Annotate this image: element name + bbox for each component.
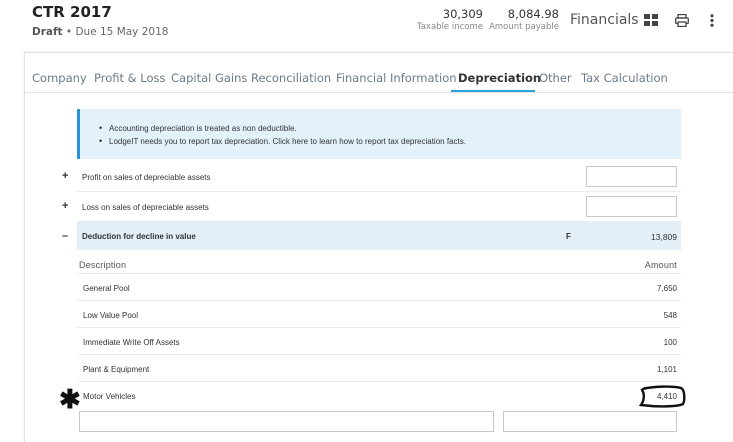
tab-bar: Company Profit & Loss Capital Gains Reco… xyxy=(25,53,733,93)
app-header: CTR 2017 Draft • Due 15 May 2018 30,309 … xyxy=(0,0,733,48)
amount-payable-value: 8,084.98 xyxy=(507,7,559,21)
taxable-income-label: Taxable income xyxy=(416,22,483,32)
status-badge: Draft xyxy=(32,26,63,38)
new-item-description-input[interactable] xyxy=(79,411,494,432)
print-icon[interactable] xyxy=(674,12,690,28)
breakdown-item-amount: 1,101 xyxy=(656,365,677,374)
tab-depreciation[interactable]: Depreciation xyxy=(458,71,541,85)
breakdown-item-label: Immediate Write Off Assets xyxy=(83,338,180,347)
row-divider xyxy=(77,354,681,355)
tab-tax-calculation[interactable]: Tax Calculation xyxy=(581,71,668,85)
deduction-total: 13,809 xyxy=(651,232,677,242)
deduction-code: F xyxy=(566,232,571,241)
collapse-deduction-button[interactable]: – xyxy=(62,230,68,242)
info-line[interactable]: LodgeIT needs you to report tax deprecia… xyxy=(99,135,466,148)
row-divider xyxy=(77,381,681,382)
more-vertical-icon[interactable] xyxy=(704,12,720,28)
row-divider xyxy=(77,191,681,192)
loss-sales-label: Loss on sales of depreciable assets xyxy=(82,203,209,212)
breakdown-item-amount: 548 xyxy=(663,311,677,320)
breakdown-item-label: Plant & Equipment xyxy=(83,365,150,374)
return-panel: Company Profit & Loss Capital Gains Reco… xyxy=(24,52,733,442)
taxable-income-value: 30,309 xyxy=(442,7,483,21)
loss-sales-input[interactable] xyxy=(586,196,677,217)
breakdown-item-amount: 7,650 xyxy=(656,284,677,293)
tab-other[interactable]: Other xyxy=(539,71,572,85)
info-line: Accounting depreciation is treated as no… xyxy=(99,122,466,135)
row-divider xyxy=(77,300,681,301)
page-title: CTR 2017 xyxy=(32,3,112,21)
profit-sales-label: Profit on sales of depreciable assets xyxy=(82,173,211,182)
taxable-income-stat: 30,309 Taxable income xyxy=(417,7,483,32)
circle-annotation xyxy=(638,385,686,408)
status-line: Draft • Due 15 May 2018 xyxy=(32,26,168,38)
breakdown-item-label: General Pool xyxy=(83,284,130,293)
tab-company[interactable]: Company xyxy=(32,71,87,85)
financials-link[interactable]: Financials xyxy=(570,12,639,28)
new-item-amount-input[interactable] xyxy=(503,411,677,432)
row-divider xyxy=(77,327,681,328)
active-tab-indicator xyxy=(451,90,535,92)
breakdown-item-label: Motor Vehicles xyxy=(83,392,136,401)
breakdown-item-label: Low Value Pool xyxy=(83,311,138,320)
amount-column-header: Amount xyxy=(644,260,677,270)
tab-reconciliation[interactable]: Reconciliation xyxy=(251,71,331,85)
description-column-header: Description xyxy=(79,260,127,270)
asterisk-annotation: ✱ xyxy=(59,384,81,414)
expand-profit-button[interactable]: + xyxy=(62,170,68,182)
tab-capital-gains[interactable]: Capital Gains xyxy=(171,71,247,85)
breakdown-item-amount: 100 xyxy=(663,338,677,347)
tab-financial-information[interactable]: Financial Information xyxy=(336,71,457,85)
row-divider xyxy=(77,273,681,274)
expand-loss-button[interactable]: + xyxy=(62,200,68,212)
grid-icon[interactable] xyxy=(643,12,659,28)
due-date: • Due 15 May 2018 xyxy=(65,26,169,38)
profit-sales-input[interactable] xyxy=(586,166,677,187)
deduction-label: Deduction for decline in value xyxy=(82,232,196,241)
amount-payable-label: Amount payable xyxy=(489,22,559,32)
amount-payable-stat: 8,084.98 Amount payable xyxy=(489,7,559,32)
tab-profit-loss[interactable]: Profit & Loss xyxy=(94,71,166,85)
info-callout: Accounting depreciation is treated as no… xyxy=(77,109,681,159)
